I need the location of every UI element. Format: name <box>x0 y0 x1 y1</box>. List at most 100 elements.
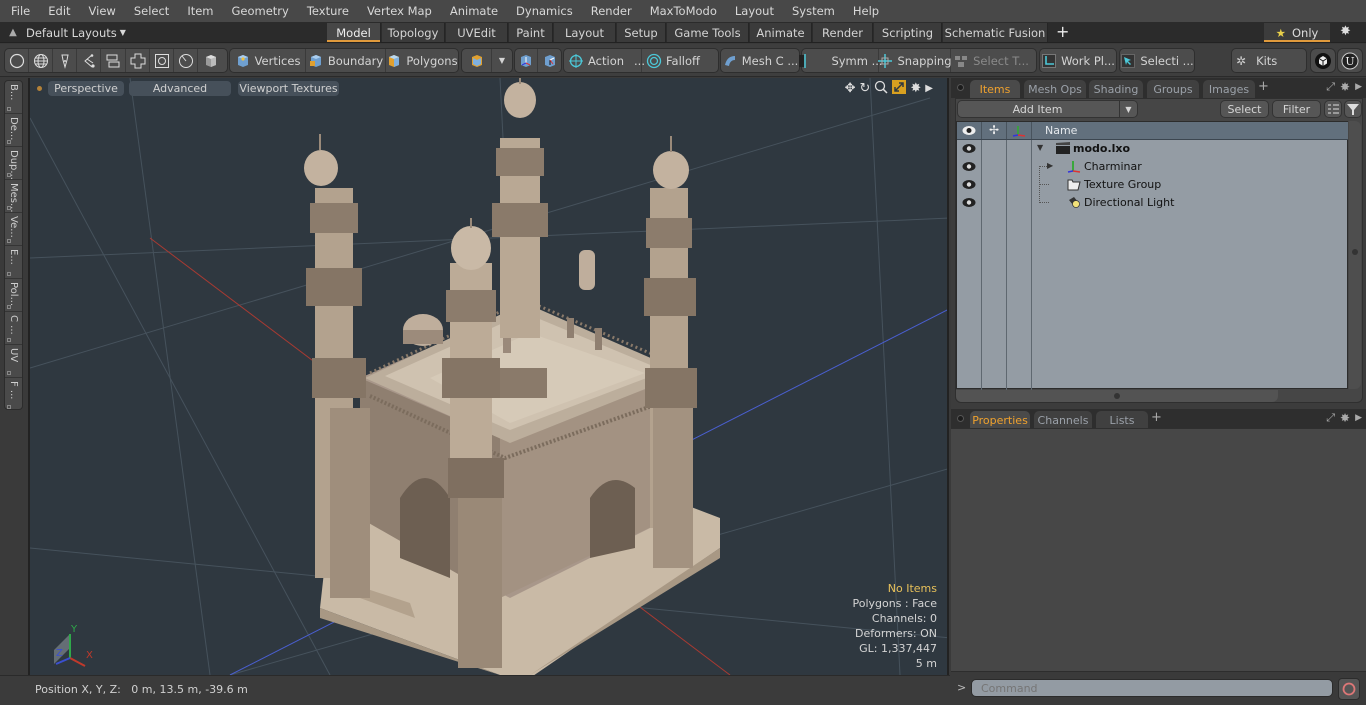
work-plane-button[interactable]: Work Pl... <box>1040 49 1116 72</box>
panel-dot-icon[interactable] <box>957 415 964 422</box>
circle-select-icon[interactable] <box>5 49 29 72</box>
menu-system[interactable]: System <box>781 4 842 18</box>
panel-dot-icon[interactable] <box>957 84 964 91</box>
hscroll-grip-icon[interactable] <box>1114 393 1120 399</box>
world-axis-icon[interactable] <box>515 49 538 72</box>
tab-channels[interactable]: Channels <box>1034 411 1092 429</box>
tab-shading[interactable]: Shading <box>1089 80 1143 98</box>
gear-icon[interactable]: ✸ <box>1340 24 1351 39</box>
tab-lists[interactable]: Lists <box>1096 411 1148 429</box>
collapse-up-icon[interactable]: ▲ <box>0 27 26 38</box>
left-tab-curve[interactable]: C ... <box>5 312 22 345</box>
stack-icon[interactable] <box>101 49 126 72</box>
polygons-mode-button[interactable]: Polygons <box>386 49 458 72</box>
item-mode-dropdown-icon[interactable]: ▼ <box>492 49 512 72</box>
visibility-eye-icon[interactable] <box>962 161 976 172</box>
rotate-icon[interactable]: ↻ <box>859 81 870 96</box>
zoom-magnifier-icon[interactable] <box>874 80 888 97</box>
left-tab-fusion[interactable]: F ... <box>5 378 22 411</box>
visibility-eye-icon[interactable] <box>962 197 976 208</box>
tab-schematic-fusion[interactable]: Schematic Fusion <box>943 23 1048 42</box>
tree-row-scene[interactable]: ▼ modo.lxo <box>957 140 1348 158</box>
tab-render[interactable]: Render <box>813 23 873 42</box>
lock-column-header[interactable]: ✢ <box>982 122 1007 139</box>
shading-mode-button[interactable]: Advanced <box>129 81 231 96</box>
expand-icon[interactable]: ⤢ <box>1326 80 1335 94</box>
kits-button[interactable]: ✲ Kits <box>1232 49 1306 72</box>
viewport-textures-button[interactable]: Viewport Textures <box>238 81 339 96</box>
tab-setup[interactable]: Setup <box>617 23 666 42</box>
box-circle-icon[interactable] <box>150 49 174 72</box>
add-layout-tab-button[interactable]: + <box>1056 23 1069 41</box>
menu-vertex-map[interactable]: Vertex Map <box>356 4 439 18</box>
local-axis-icon[interactable] <box>538 49 561 72</box>
pan-move-icon[interactable]: ✥ <box>845 81 856 96</box>
left-tab-duplicate[interactable]: Dup... <box>5 147 22 180</box>
tree-vertical-scrollbar[interactable] <box>1349 121 1361 389</box>
left-tab-polygon[interactable]: Pol... <box>5 279 22 312</box>
falloff-button[interactable]: Falloff <box>642 49 718 72</box>
add-tab-plus-icon[interactable]: + <box>1151 410 1162 425</box>
tab-paint[interactable]: Paint <box>509 23 553 42</box>
action-center-button[interactable]: Action... <box>564 49 645 72</box>
tab-items[interactable]: Items <box>970 80 1020 98</box>
tree-horizontal-scrollbar[interactable] <box>956 390 1278 402</box>
mesh-constraint-button[interactable]: Mesh C ... <box>721 49 799 72</box>
pen-tool-icon[interactable] <box>53 49 77 72</box>
left-tab-edge[interactable]: E... <box>5 246 22 279</box>
menu-geometry[interactable]: Geometry <box>221 4 296 18</box>
globe-icon[interactable] <box>29 49 53 72</box>
left-tab-uv[interactable]: UV <box>5 345 22 378</box>
menu-texture[interactable]: Texture <box>296 4 356 18</box>
unreal-button[interactable]: U <box>1337 48 1363 73</box>
panel-gear-icon[interactable]: ✸ <box>1340 411 1350 425</box>
menu-layout[interactable]: Layout <box>724 4 781 18</box>
tab-properties[interactable]: Properties <box>970 411 1030 429</box>
expand-arrow-right-icon[interactable]: ▶ <box>1047 161 1053 170</box>
select-through-button[interactable]: Select T... <box>951 49 1031 72</box>
expand-arrow-down-icon[interactable]: ▼ <box>1037 143 1043 152</box>
menu-dynamics[interactable]: Dynamics <box>505 4 580 18</box>
lasso-path-icon[interactable] <box>77 49 101 72</box>
menu-item[interactable]: Item <box>176 4 220 18</box>
filter-button[interactable]: Filter <box>1272 100 1321 118</box>
menu-edit[interactable]: Edit <box>37 4 77 18</box>
add-tab-plus-icon[interactable]: + <box>1258 79 1269 94</box>
view-mode-button[interactable]: Perspective <box>48 81 124 96</box>
visibility-column-header[interactable] <box>957 122 982 139</box>
tab-groups[interactable]: Groups <box>1147 80 1199 98</box>
symmetry-button[interactable]: Symm ... <box>799 49 883 72</box>
menu-help[interactable]: Help <box>842 4 886 18</box>
tab-game-tools[interactable]: Game Tools <box>667 23 749 42</box>
menu-maxtomodo[interactable]: MaxToModo <box>639 4 724 18</box>
type-column-header[interactable] <box>1007 122 1032 139</box>
item-mode-button[interactable] <box>462 49 492 72</box>
left-tab-mesh-edit[interactable]: Mes... <box>5 180 22 213</box>
record-macro-button[interactable] <box>1338 678 1360 700</box>
menu-render[interactable]: Render <box>580 4 639 18</box>
menu-view[interactable]: View <box>78 4 123 18</box>
tree-row-charminar[interactable]: ▶ Charminar <box>957 158 1348 176</box>
filter-funnel-icon[interactable] <box>1344 100 1362 118</box>
maximize-icon[interactable] <box>892 80 907 97</box>
expand-icon[interactable]: ⤢ <box>1326 411 1335 425</box>
tab-uvedit[interactable]: UVEdit <box>446 23 508 42</box>
uv-unwrap-icon[interactable] <box>126 49 150 72</box>
menu-file[interactable]: File <box>0 4 37 18</box>
viewport-gear-icon[interactable]: ✸ <box>910 81 921 96</box>
tab-animate[interactable]: Animate <box>750 23 812 42</box>
snapping-button[interactable]: Snapping <box>878 49 952 72</box>
tab-model[interactable]: Model <box>327 23 381 42</box>
tab-images[interactable]: Images <box>1203 80 1255 98</box>
left-tab-vertex[interactable]: Ve... <box>5 213 22 246</box>
only-filter-button[interactable]: ★ Only <box>1264 23 1330 42</box>
add-item-dropdown-icon[interactable]: ▼ <box>1119 101 1137 117</box>
layout-selector[interactable]: ▲ Default Layouts ▼ <box>0 22 126 43</box>
tab-scripting[interactable]: Scripting <box>874 23 942 42</box>
vertices-mode-button[interactable]: Vertices <box>230 49 306 72</box>
visibility-eye-icon[interactable] <box>962 179 976 190</box>
tree-row-directional-light[interactable]: Directional Light <box>957 166 1348 212</box>
visibility-eye-icon[interactable] <box>962 143 976 154</box>
3d-viewport[interactable]: Y X Z Perspective Advanced Viewport Text… <box>28 78 949 675</box>
add-item-button[interactable]: Add Item ▼ <box>957 100 1138 118</box>
